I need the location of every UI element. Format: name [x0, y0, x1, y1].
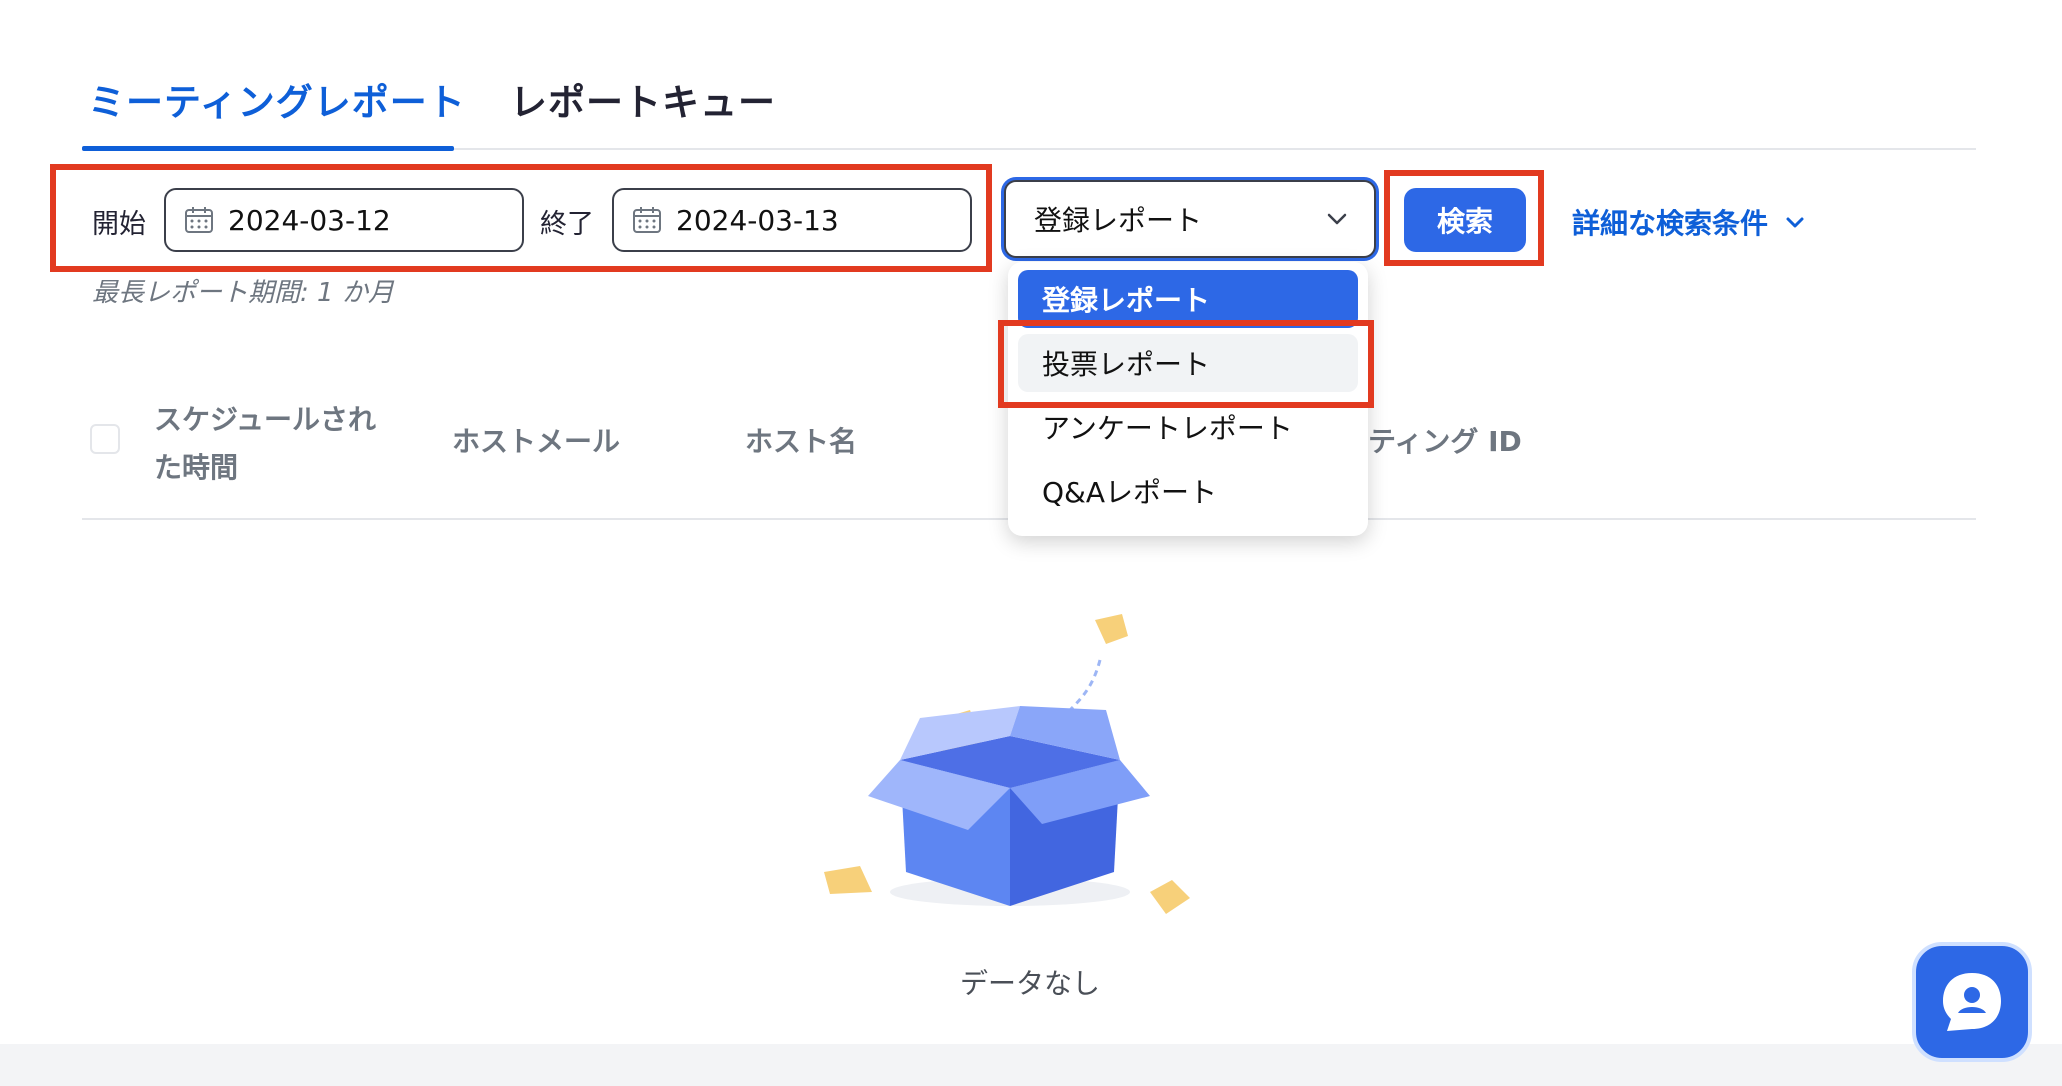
empty-box-illustration	[824, 614, 1190, 914]
chevron-down-icon	[1786, 217, 1804, 228]
report-type-selected-value: 登録レポート	[1034, 204, 1203, 237]
report-type-select[interactable]: 登録レポート	[1004, 180, 1376, 258]
chevron-down-icon	[1327, 213, 1347, 225]
tab-report-queue[interactable]: レポートキュー	[510, 72, 776, 126]
column-scheduled-time-line1: スケジュールされ	[154, 403, 377, 436]
column-host-name[interactable]: ホスト名	[745, 420, 857, 460]
option-qa-report[interactable]: Q&Aレポート	[1018, 462, 1358, 520]
tab-meeting-report[interactable]: ミーティングレポート	[88, 72, 466, 126]
paper-scrap	[1150, 880, 1190, 914]
paper-scrap	[1095, 614, 1128, 644]
highlight-date-range	[50, 164, 992, 272]
advanced-search-link[interactable]: 詳細な検索条件	[1572, 202, 1806, 242]
chat-assistant-button[interactable]	[1912, 942, 2032, 1062]
active-tab-indicator	[82, 146, 454, 151]
column-scheduled-time[interactable]: スケジュールされ た時間	[154, 396, 394, 492]
advanced-search-label: 詳細な検索条件	[1572, 207, 1769, 240]
highlight-poll-option	[998, 320, 1374, 408]
highlight-search-button	[1384, 170, 1544, 266]
max-period-hint: 最長レポート期間: 1 か月	[92, 278, 394, 308]
select-all-checkbox[interactable]	[90, 424, 120, 454]
paper-scrap	[824, 866, 872, 894]
empty-state-text: データなし	[960, 967, 1101, 1000]
chat-assistant-icon	[1943, 973, 2001, 1031]
column-host-email[interactable]: ホストメール	[452, 420, 620, 460]
column-scheduled-time-line2: た時間	[154, 451, 239, 484]
footer-band	[0, 1044, 2062, 1086]
